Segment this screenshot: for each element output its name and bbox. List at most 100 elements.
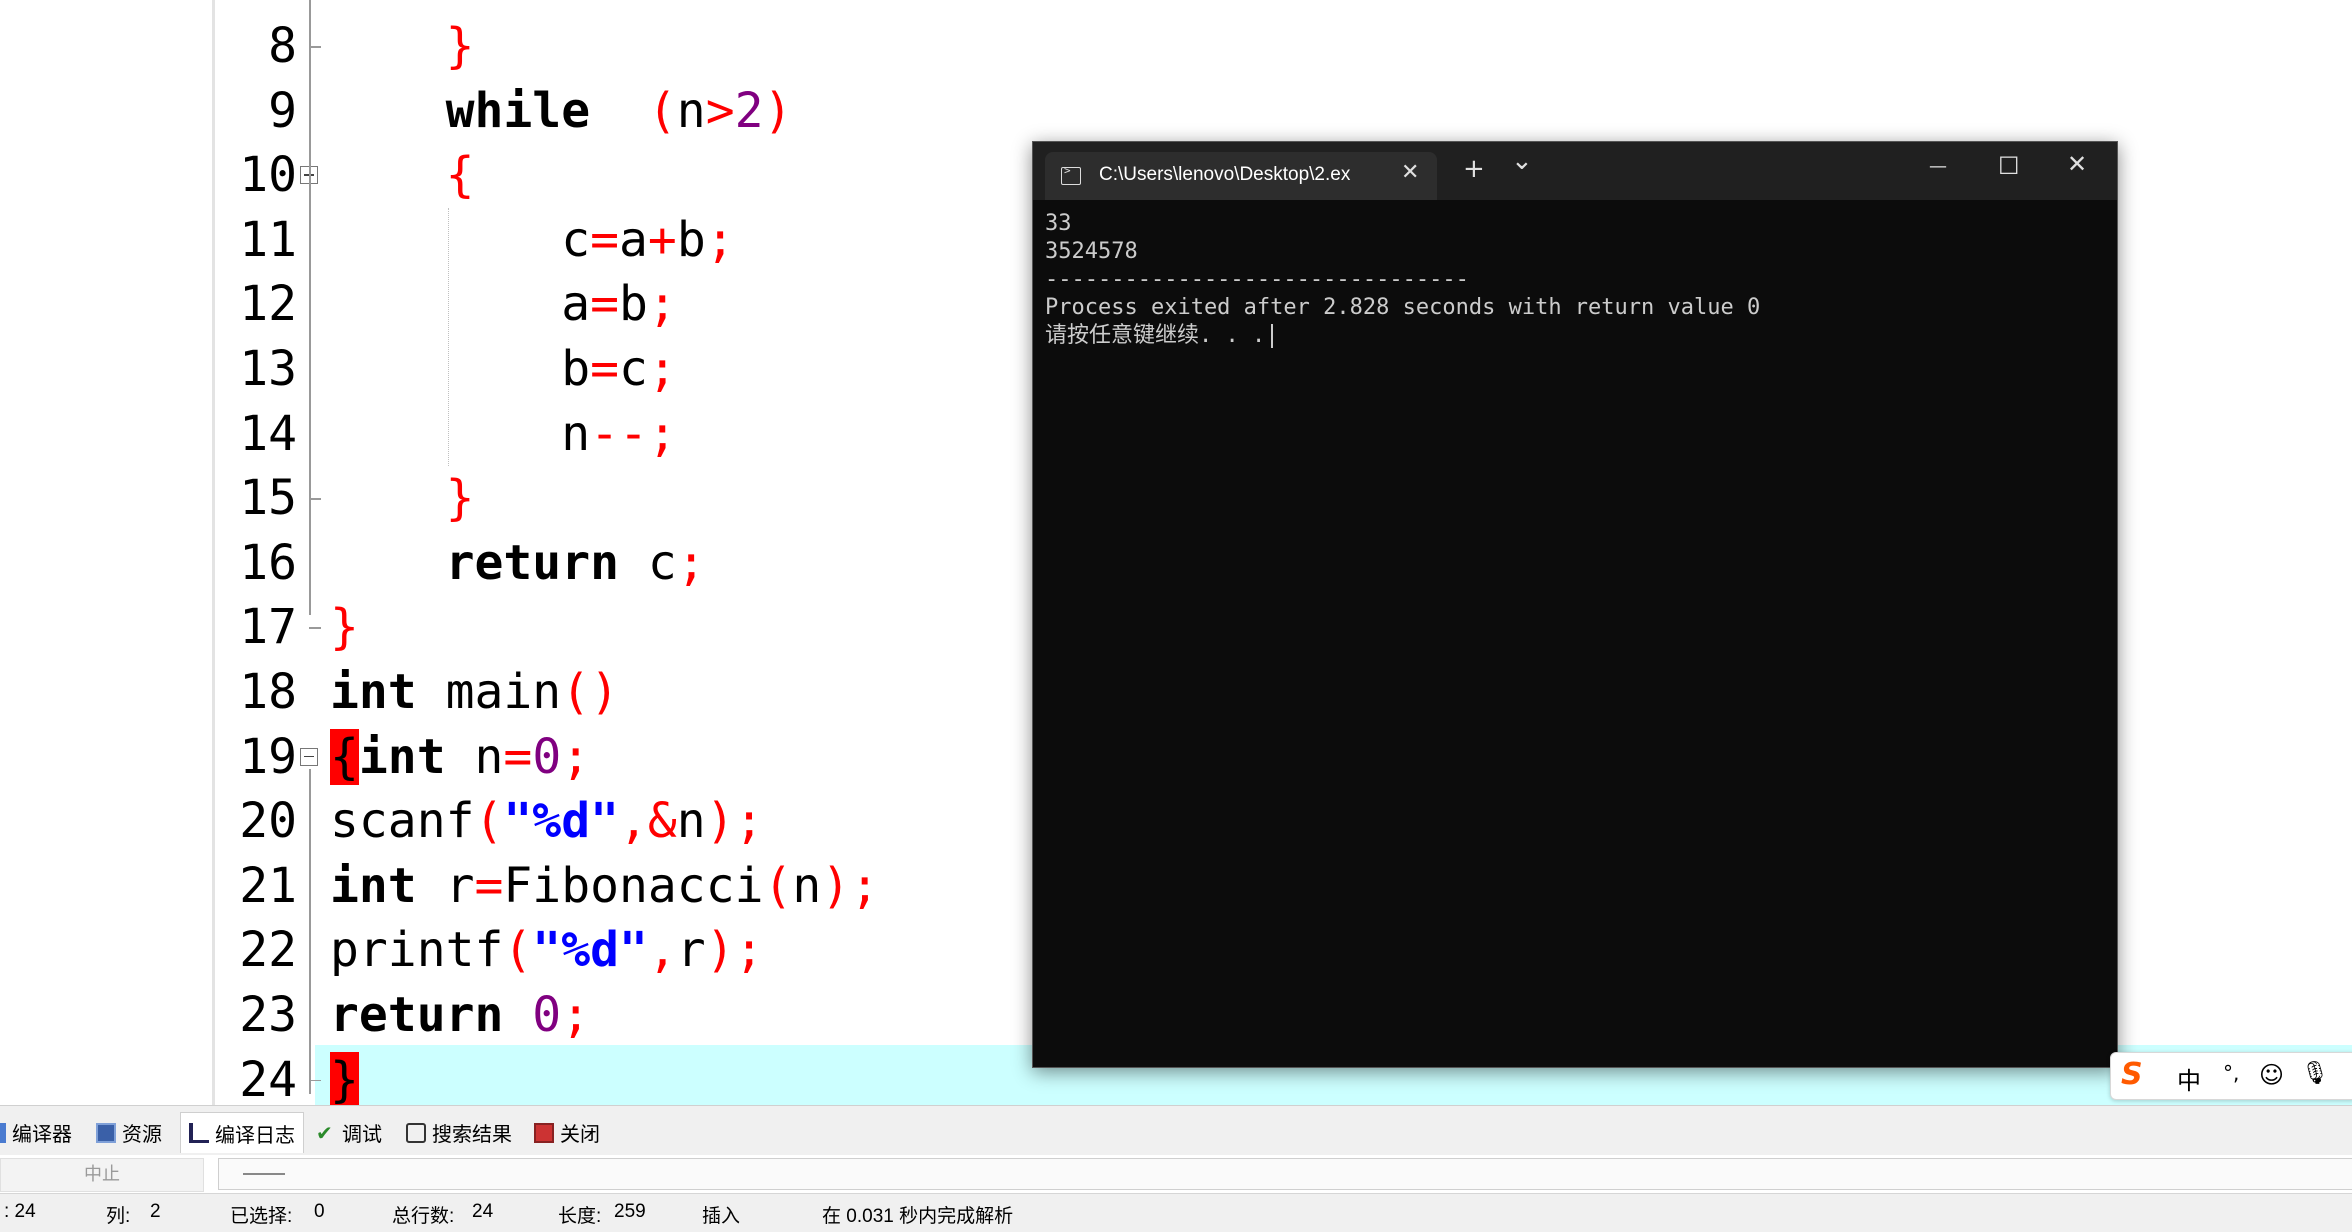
- code-token: ;: [676, 534, 706, 591]
- tab-search-results[interactable]: 搜索结果: [406, 1118, 512, 1147]
- tab-debug[interactable]: ✔ 调试: [316, 1118, 382, 1147]
- code-token: n: [792, 857, 822, 914]
- console-line: Process exited after 2.828 seconds with …: [1045, 295, 1761, 320]
- console-tab[interactable]: C:\Users\lenovo\Desktop\2.ex ✕: [1045, 152, 1437, 200]
- code-token: }: [330, 470, 475, 527]
- fold-end-tick: [309, 46, 321, 48]
- code-token: "%d": [532, 922, 648, 979]
- console-prompt-text: 请按任意键继续. . .: [1045, 323, 1266, 348]
- code-line[interactable]: }: [330, 466, 475, 530]
- code-line[interactable]: }: [330, 1048, 359, 1112]
- line-number: 20: [239, 793, 297, 850]
- code-line[interactable]: }: [330, 14, 475, 78]
- line-number: 19: [239, 728, 297, 785]
- code-line[interactable]: c=a+b;: [330, 208, 734, 272]
- console-tab-title: C:\Users\lenovo\Desktop\2.ex: [1099, 164, 1351, 185]
- code-token: while: [330, 82, 591, 139]
- close-panel-icon: [534, 1122, 554, 1143]
- fold-end-tick: [309, 627, 321, 629]
- fold-end-tick: [309, 1079, 321, 1082]
- maximize-icon[interactable]: ☐: [1998, 152, 2020, 180]
- status-total-value: 24: [472, 1201, 494, 1222]
- new-tab-icon[interactable]: +: [1463, 154, 1485, 184]
- minimize-icon[interactable]: —: [1929, 156, 1947, 177]
- code-line[interactable]: n--;: [330, 402, 677, 466]
- tab-resources[interactable]: 资源: [96, 1118, 162, 1147]
- code-line[interactable]: return c;: [330, 531, 706, 595]
- code-token: Fibonacci: [503, 857, 764, 914]
- code-line[interactable]: }: [330, 595, 359, 659]
- indent-guide: [448, 207, 449, 467]
- code-token: =: [474, 857, 504, 914]
- code-line[interactable]: int r=Fibonacci(n);: [330, 854, 879, 918]
- tab-label: 资源: [122, 1122, 162, 1146]
- status-sel-label: 已选择:: [230, 1206, 293, 1227]
- stop-button[interactable]: 中止: [0, 1158, 204, 1192]
- chevron-down-icon[interactable]: ⌄: [1511, 146, 1533, 176]
- code-token: --;: [590, 405, 677, 462]
- code-token: c: [330, 211, 591, 268]
- tab-close-panel[interactable]: 关闭: [534, 1118, 600, 1147]
- code-token: "%d": [503, 793, 619, 850]
- emoji-icon[interactable]: ☺: [2259, 1061, 2284, 1089]
- check-icon: ✔: [316, 1120, 333, 1145]
- status-col-label: 列:: [106, 1206, 131, 1227]
- ime-toolbar[interactable]: S 中 °, ☺ 🎙: [2110, 1052, 2352, 1100]
- ime-chinese-mode[interactable]: 中: [2177, 1061, 2201, 1096]
- code-token: (: [763, 857, 793, 914]
- search-results-icon: [406, 1122, 426, 1143]
- code-token: r: [676, 922, 706, 979]
- code-token: int: [330, 664, 417, 720]
- code-token: }: [330, 1051, 359, 1108]
- code-line[interactable]: b=c;: [330, 337, 677, 401]
- code-token: >: [705, 82, 735, 139]
- code-token: (: [474, 793, 504, 850]
- code-line[interactable]: int main(): [330, 660, 619, 724]
- code-token: =: [590, 211, 619, 268]
- line-number: 18: [239, 664, 297, 720]
- code-token: printf: [330, 922, 504, 979]
- code-line[interactable]: while (n>2): [330, 79, 793, 143]
- code-token: n: [445, 728, 504, 785]
- line-number: 16: [239, 534, 297, 591]
- fold-end-tick: [309, 498, 321, 500]
- code-line[interactable]: printf("%d",r);: [330, 918, 764, 982]
- close-tab-icon[interactable]: ✕: [1401, 160, 1419, 185]
- code-token: scanf: [330, 793, 475, 850]
- fold-main-icon[interactable]: [300, 747, 318, 766]
- code-line[interactable]: scanf("%d",&n);: [330, 789, 764, 853]
- status-bar: : 24 列: 2 已选择: 0 总行数: 24 长度: 259 插入 在 0.…: [0, 1193, 2352, 1232]
- terminal-icon: [1061, 164, 1081, 185]
- status-total-label: 总行数:: [392, 1206, 455, 1227]
- code-line[interactable]: {: [330, 143, 475, 207]
- console-titlebar[interactable]: C:\Users\lenovo\Desktop\2.ex ✕ + ⌄ — ☐ ✕: [1033, 142, 2117, 200]
- microphone-icon[interactable]: 🎙: [2301, 1061, 2329, 1086]
- code-line[interactable]: return 0;: [330, 983, 590, 1047]
- compile-progress-bar: [218, 1158, 2352, 1190]
- code-line[interactable]: a=b;: [330, 272, 677, 336]
- status-col-value: 2: [150, 1201, 161, 1222]
- code-token: }: [330, 18, 475, 74]
- close-window-icon[interactable]: ✕: [2067, 150, 2087, 178]
- status-len-label: 长度:: [558, 1206, 602, 1227]
- console-window[interactable]: C:\Users\lenovo\Desktop\2.ex ✕ + ⌄ — ☐ ✕…: [1032, 141, 2118, 1068]
- line-number: 12: [239, 276, 297, 333]
- code-token: 0: [532, 728, 562, 785]
- console-line: --------------------------------: [1045, 267, 1469, 292]
- tab-label: 编译日志: [215, 1122, 295, 1147]
- tab-compiler[interactable]: 编译器: [0, 1118, 72, 1147]
- tab-compile-log[interactable]: 编译日志: [180, 1112, 304, 1153]
- code-token: ;: [561, 987, 591, 1043]
- code-line[interactable]: {int n=0;: [330, 725, 590, 789]
- line-number: 21: [239, 857, 297, 914]
- code-token: n: [676, 82, 706, 139]
- console-output[interactable]: 33 3524578 -----------------------------…: [1045, 210, 2105, 1057]
- line-number: 14: [239, 405, 297, 462]
- code-token: ): [763, 82, 793, 139]
- sogou-logo-icon[interactable]: S: [2121, 1057, 2143, 1092]
- fold-guide: [309, 768, 311, 1094]
- tab-label: 调试: [342, 1122, 382, 1146]
- text-cursor: [1271, 324, 1274, 348]
- punctuation-icon[interactable]: °,: [2223, 1061, 2239, 1085]
